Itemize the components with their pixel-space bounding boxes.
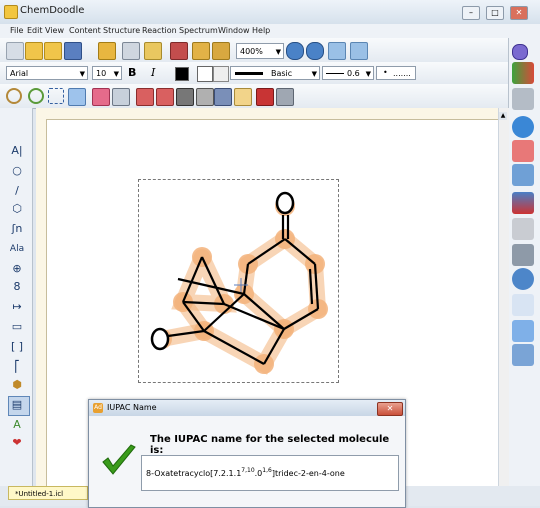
label-tool-icon[interactable]: A	[9, 418, 25, 432]
table-tool-icon[interactable]: ⎡	[9, 360, 25, 374]
paste-icon[interactable]	[212, 42, 230, 60]
menu-content[interactable]: Content	[69, 26, 101, 35]
text-tool-icon[interactable]: A|	[9, 144, 25, 158]
eraser-icon[interactable]	[92, 88, 110, 106]
printer-tool-icon[interactable]: ▤	[9, 398, 25, 412]
document-tab[interactable]: *Untitled-1.icl	[8, 486, 88, 500]
line-width-select[interactable]: 0.6 ▼	[322, 66, 374, 80]
close-button[interactable]: ✕	[510, 6, 528, 20]
chain-tool-icon[interactable]: ʃn	[9, 222, 25, 236]
copy-icon[interactable]	[192, 42, 210, 60]
menu-file[interactable]: File	[10, 26, 23, 35]
bracket-tool-icon[interactable]: [ ]	[9, 340, 25, 354]
clean-icon[interactable]	[196, 88, 214, 106]
redo-icon[interactable]	[276, 88, 294, 106]
print-icon[interactable]	[122, 42, 140, 60]
maximize-button[interactable]: □	[486, 6, 504, 20]
open-folder-icon[interactable]	[25, 42, 43, 60]
mass-weight-icon[interactable]	[214, 88, 232, 106]
window-title: ChemDoodle	[20, 5, 85, 16]
spectrum-icon[interactable]	[512, 62, 534, 84]
menu-reaction[interactable]: Reaction	[142, 26, 177, 35]
add-hydrogens-icon[interactable]	[136, 88, 154, 106]
trash-icon[interactable]	[512, 344, 534, 366]
print-preview-icon[interactable]	[144, 42, 162, 60]
dialog-title: IUPAC Name	[107, 403, 157, 412]
iupac-name-field[interactable]: 8-Oxatetracyclo[7.2.1.17,10.01,6]tridec-…	[141, 455, 399, 491]
scroll-up-icon[interactable]: ▲	[499, 112, 507, 120]
save-icon[interactable]	[64, 42, 82, 60]
ring-tool-icon[interactable]: ⬡	[9, 202, 25, 216]
font-size-select[interactable]: 10 ▼	[92, 66, 122, 80]
database-icon[interactable]	[512, 88, 534, 110]
atom-tool-icon[interactable]: ○	[9, 164, 25, 178]
flip-horizontal-icon[interactable]	[328, 42, 346, 60]
rectangle-select-icon[interactable]	[48, 88, 64, 104]
reference-icon[interactable]	[512, 140, 534, 162]
checkmark-icon	[102, 444, 136, 475]
dialog-heading: The IUPAC name for the selected molecule…	[150, 434, 390, 456]
ruler-top	[36, 108, 506, 120]
vertical-scrollbar[interactable]	[498, 108, 509, 486]
bold-button[interactable]: B	[128, 66, 136, 79]
lasso-select-icon[interactable]	[28, 88, 44, 104]
lone-pair-tool-icon[interactable]: 8	[9, 280, 25, 294]
template-tool-icon[interactable]: ⬢	[9, 378, 25, 392]
lock-icon[interactable]	[176, 88, 194, 106]
amino-acid-tool-icon[interactable]: Ala	[9, 242, 25, 256]
arrow-tool-icon[interactable]: ↦	[9, 300, 25, 314]
remove-hydrogens-icon[interactable]	[156, 88, 174, 106]
cut-icon[interactable]	[170, 42, 188, 60]
select-all-icon[interactable]	[68, 88, 86, 106]
molecule-structure[interactable]	[138, 179, 338, 383]
menu-help[interactable]: Help	[252, 26, 270, 35]
peaks-icon[interactable]	[512, 192, 534, 214]
menu-spectrum[interactable]: Spectrum	[179, 26, 218, 35]
menu-window[interactable]: Window	[218, 26, 250, 35]
network-icon[interactable]	[512, 164, 534, 186]
zoom-out-icon[interactable]	[306, 42, 324, 60]
calculator-icon[interactable]	[512, 218, 534, 240]
flip-vertical-icon[interactable]	[350, 42, 368, 60]
undo-icon[interactable]	[256, 88, 274, 106]
italic-button[interactable]: I	[151, 66, 155, 79]
clear-icon[interactable]	[112, 88, 130, 106]
flask-icon[interactable]	[512, 320, 534, 342]
menu-edit[interactable]: Edit	[27, 26, 43, 35]
charge-tool-icon[interactable]: ⊕	[9, 262, 25, 276]
dialog-close-button[interactable]: ✕	[377, 402, 403, 416]
ether-oxygen-atom	[150, 327, 170, 351]
menu-structure[interactable]: Structure	[103, 26, 140, 35]
fill-color-icon[interactable]	[213, 66, 229, 82]
ruler-left	[36, 119, 47, 486]
zoom-in-icon[interactable]	[286, 42, 304, 60]
carbonyl-oxygen-atom	[275, 191, 295, 215]
bond-tool-icon[interactable]: /	[9, 184, 25, 198]
new-document-icon[interactable]	[6, 42, 24, 60]
spring-icon[interactable]	[512, 244, 534, 266]
compass-icon[interactable]	[512, 116, 534, 138]
iupac-dialog: Ad IUPAC Name ✕ The IUPAC name for the s…	[88, 399, 406, 508]
menu-view[interactable]: View	[45, 26, 64, 35]
iupac-name-text: 8-Oxatetracyclo[7.2.1.17,10.01,6]tridec-…	[146, 467, 345, 478]
minimize-button[interactable]: –	[462, 6, 480, 20]
font-family-select[interactable]: Arial ▼	[6, 66, 88, 80]
app-icon	[4, 5, 18, 19]
color-swatch[interactable]	[175, 67, 189, 81]
text-color-icon[interactable]	[197, 66, 213, 82]
label-icon[interactable]	[234, 88, 252, 106]
open-recent-icon[interactable]	[44, 42, 62, 60]
dash-style-select[interactable]: •.......	[376, 66, 416, 80]
shape-tool-icon[interactable]: ▭	[9, 320, 25, 334]
favorite-tool-icon[interactable]: ❤	[9, 436, 25, 450]
lasso-icon[interactable]	[6, 88, 22, 104]
navigate-icon[interactable]	[512, 44, 528, 60]
zoom-select[interactable]: 400% ▼	[236, 43, 284, 59]
export-icon[interactable]	[98, 42, 116, 60]
math-icon[interactable]	[512, 294, 534, 316]
line-style-select[interactable]: Basic ▼	[230, 66, 320, 80]
dialog-app-icon: Ad	[93, 403, 103, 413]
search-icon[interactable]	[512, 268, 534, 290]
